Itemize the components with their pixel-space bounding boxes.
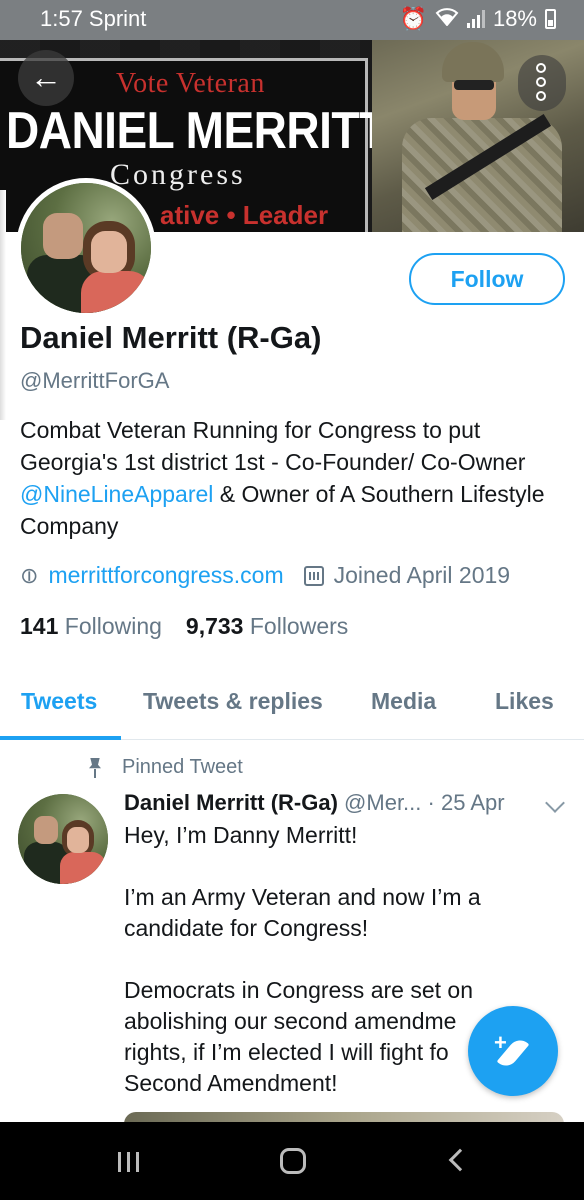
pin-icon — [88, 758, 102, 778]
status-time: 1:57 Sprint — [40, 6, 147, 31]
back-arrow-icon[interactable]: ← — [18, 50, 74, 106]
banner-line-1: Vote Veteran — [116, 68, 265, 99]
banner-line-4: ative • Leader — [160, 200, 329, 230]
tweet-header: Daniel Merritt (R-Ga) @Mer... · 25 Apr — [124, 790, 505, 816]
tweet-date: · 25 Apr — [427, 790, 505, 815]
link-icon: ⊘ — [13, 559, 45, 591]
tweet-paragraph: Hey, I’m Danny Merritt! — [124, 822, 358, 848]
follow-counts: 141 Following 9,733 Followers — [20, 613, 348, 640]
profile-meta: ⊘ merrittforcongress.com Joined April 20… — [14, 560, 511, 591]
tweet-paragraph: I’m an Army Veteran and now I’m a candid… — [124, 884, 481, 941]
tab-media[interactable]: Media — [371, 688, 436, 715]
edge-shadow — [0, 190, 6, 420]
tab-likes[interactable]: Likes — [495, 688, 554, 715]
pinned-label: Pinned Tweet — [122, 756, 243, 778]
profile-name: Daniel Merritt (R-Ga) — [20, 320, 322, 355]
profile-bio: Combat Veteran Running for Congress to p… — [20, 414, 560, 542]
tweet-paragraph: Democrats in Congress are set on abolish… — [124, 977, 473, 1096]
profile-handle: @MerrittForGA — [20, 368, 170, 393]
follow-button[interactable]: Follow — [409, 253, 565, 305]
nav-back-icon[interactable] — [448, 1148, 472, 1172]
chevron-down-icon[interactable] — [545, 793, 565, 813]
wifi-icon — [435, 6, 459, 32]
home-icon[interactable] — [280, 1148, 306, 1174]
recents-icon[interactable] — [118, 1152, 139, 1172]
tweet-body: Hey, I’m Danny Merritt! I’m an Army Vete… — [124, 820, 524, 1099]
banner-line-2: DANIEL MERRITT — [6, 101, 387, 160]
joined-date: Joined April 2019 — [333, 562, 511, 588]
signal-icon — [466, 10, 485, 28]
compose-tweet-icon[interactable]: + — [468, 1006, 558, 1096]
tab-tweets-replies[interactable]: Tweets & replies — [143, 688, 323, 715]
tab-tweets[interactable]: Tweets — [21, 688, 97, 715]
following-link[interactable]: 141 Following — [20, 613, 162, 639]
profile-avatar[interactable] — [16, 178, 156, 318]
calendar-icon — [303, 565, 324, 586]
system-nav-bar — [0, 1122, 584, 1200]
active-tab-indicator — [0, 736, 121, 740]
tweet-avatar[interactable] — [18, 794, 108, 884]
more-options-icon[interactable] — [518, 55, 566, 111]
pinned-indicator: Pinned Tweet — [88, 756, 243, 779]
status-bar: 1:57 Sprint ⏰ 18% — [0, 0, 584, 40]
bio-mention-link[interactable]: @NineLineApparel — [20, 481, 213, 507]
profile-tabs: Tweets Tweets & replies Media Likes — [0, 664, 584, 740]
bio-text: Combat Veteran Running for Congress to p… — [20, 417, 526, 475]
tweet-author-name[interactable]: Daniel Merritt (R-Ga) — [124, 790, 338, 815]
battery-percent: 18% — [492, 6, 537, 31]
battery-icon — [545, 9, 556, 29]
website-link[interactable]: merrittforcongress.com — [48, 562, 283, 589]
status-icons: ⏰ 18% — [400, 6, 556, 32]
followers-link[interactable]: 9,733 Followers — [186, 613, 348, 639]
alarm-icon: ⏰ — [399, 6, 427, 31]
tweet-author-handle: @Mer... — [344, 790, 422, 815]
